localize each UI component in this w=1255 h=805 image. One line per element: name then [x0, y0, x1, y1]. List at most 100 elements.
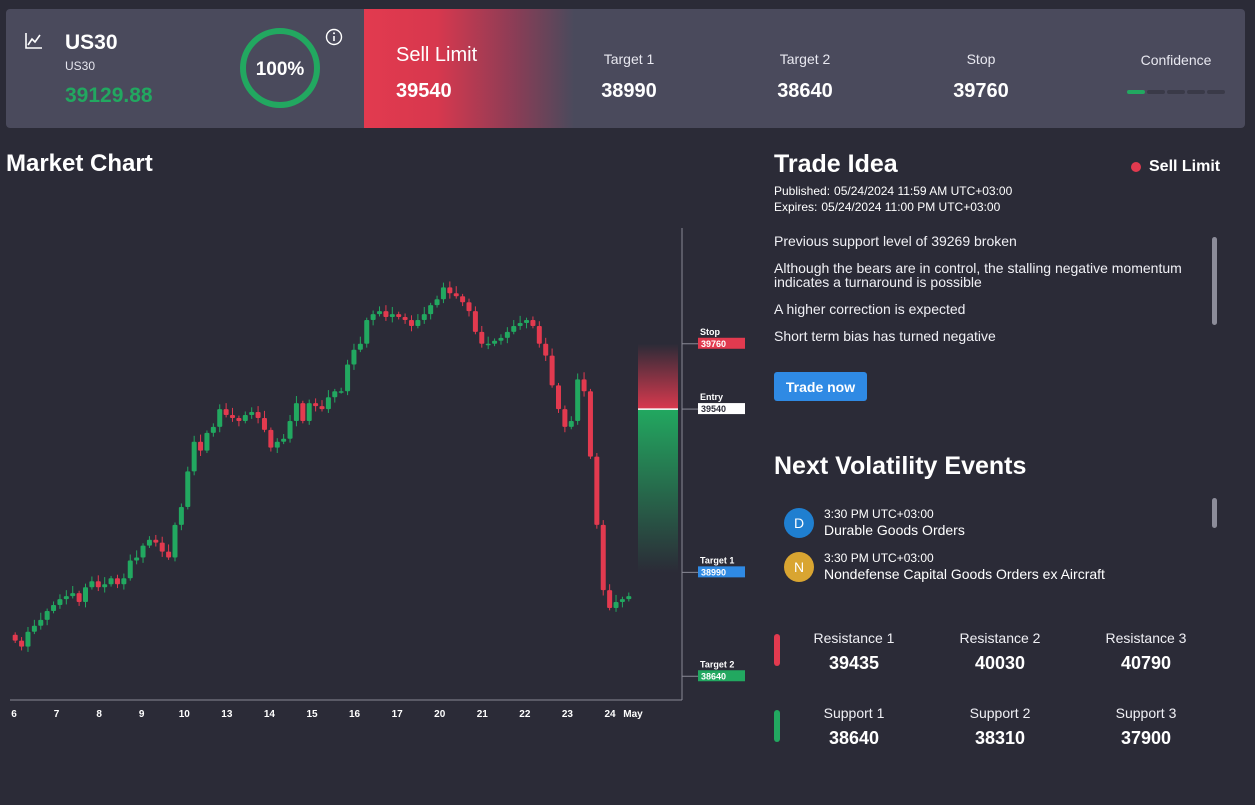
x-tick-label: 24: [604, 709, 616, 720]
confidence-meter: [1127, 90, 1225, 94]
event-time: 3:30 PM UTC+03:00: [824, 507, 934, 521]
candlestick-chart[interactable]: Stop 39760 Entry 39540 Target 1 38990 Target 2…: [0, 0, 760, 730]
candle-body: [12, 634, 18, 641]
x-tick-label: 21: [477, 709, 489, 720]
candle-body: [25, 631, 31, 647]
volatility-title: Next Volatility Events: [774, 452, 1027, 480]
candle-body: [460, 296, 466, 303]
level-value: 38310: [974, 728, 1026, 748]
candle-body: [274, 441, 280, 448]
candle-body: [402, 317, 408, 321]
published-line: Published: 05/24/2024 11:59 AM UTC+03:00: [774, 184, 1016, 198]
candle-body: [89, 581, 95, 588]
candle-body: [370, 314, 376, 321]
event-name: Durable Goods Orders: [824, 522, 965, 538]
bullet-item: Although the bears are in control, the s…: [774, 260, 1182, 290]
candle-body: [204, 432, 210, 451]
published-value: 05/24/2024 11:59 AM UTC+03:00: [834, 184, 1013, 198]
candle-body: [511, 325, 517, 332]
candle-body: [185, 471, 191, 508]
marker-label: Target 1: [700, 555, 734, 565]
candle-body: [268, 429, 274, 448]
x-tick-label: 17: [392, 709, 404, 720]
candle-body: [153, 539, 159, 543]
candle-body: [332, 391, 338, 398]
level-value: 39435: [828, 653, 880, 673]
sell-dot-icon: [1131, 162, 1141, 172]
resistance-3: Resistance 3 40790: [1076, 630, 1216, 674]
candle-body: [210, 426, 216, 433]
candle-body: [146, 539, 152, 546]
candle-body: [338, 391, 344, 393]
level-label: Support 2: [969, 705, 1031, 721]
event-letter-icon: D: [784, 508, 814, 538]
candle-body: [63, 596, 69, 600]
candle-body: [191, 441, 197, 472]
x-tick-label: 16: [349, 709, 361, 720]
candle-body: [517, 322, 523, 326]
level-label: Support 3: [1115, 705, 1177, 721]
x-tick-label: 8: [96, 709, 102, 720]
stop-value: 39760: [953, 80, 1009, 102]
level-value: 37900: [1120, 728, 1172, 748]
candle-body: [562, 409, 568, 427]
published-label: Published:: [774, 184, 831, 198]
support-3: Support 3 37900: [1076, 705, 1216, 749]
x-tick-label: 22: [519, 709, 531, 720]
candle-body: [408, 320, 414, 326]
marker-value: 39540: [701, 404, 726, 414]
marker-value: 38640: [701, 671, 726, 681]
candle-body: [581, 379, 587, 392]
stop-label: Stop: [966, 51, 996, 67]
candle-body: [434, 299, 440, 306]
expires-line: Expires: 05/24/2024 11:00 PM UTC+03:00: [774, 200, 1004, 214]
candle-body: [568, 420, 574, 427]
candle-body: [242, 415, 248, 421]
marker-label: Target 2: [700, 659, 734, 669]
candle-body: [587, 391, 593, 457]
level-value: 40030: [974, 653, 1026, 673]
event-time: 3:30 PM UTC+03:00: [824, 551, 934, 565]
confidence-segment: [1187, 90, 1205, 94]
candle-body: [485, 343, 491, 346]
marker-value: 38990: [701, 567, 726, 577]
marker-label: Entry: [700, 392, 723, 402]
candle-body: [223, 409, 229, 416]
level-label: Resistance 2: [959, 630, 1041, 646]
target-zone: [638, 409, 678, 573]
events-scrollbar[interactable]: [1212, 498, 1217, 528]
level-label: Support 1: [823, 705, 885, 721]
event-letter-icon: N: [784, 552, 814, 582]
trade-now-button[interactable]: Trade now: [774, 372, 867, 401]
candle-body: [607, 590, 613, 608]
confidence-segment: [1147, 90, 1165, 94]
candle-body: [498, 337, 504, 341]
candle-body: [95, 581, 101, 588]
candle-body: [313, 403, 319, 407]
candle-body: [178, 507, 184, 525]
candle-body: [236, 417, 242, 421]
level-label: Resistance 3: [1105, 630, 1187, 646]
level-value: 38640: [828, 728, 880, 748]
candle-body: [102, 584, 108, 588]
x-tick-label: May: [623, 709, 643, 720]
confidence-label: Confidence: [1140, 52, 1212, 68]
candle-body: [543, 343, 549, 356]
candle-body: [57, 599, 63, 606]
candle-body: [198, 441, 204, 451]
candle-body: [364, 320, 370, 344]
candle-body: [293, 403, 299, 421]
candle-body: [38, 619, 44, 626]
candle-body: [389, 314, 395, 318]
candle-body: [121, 578, 127, 585]
candle-body: [172, 524, 178, 558]
candle-body: [287, 420, 293, 439]
candle-body: [51, 605, 57, 611]
candle-body: [479, 331, 485, 344]
trade-idea-scrollbar[interactable]: [1212, 237, 1217, 325]
candle-body: [76, 593, 82, 603]
candle-body: [114, 578, 120, 585]
x-tick-label: 23: [562, 709, 574, 720]
candle-body: [549, 355, 555, 386]
candle-body: [44, 610, 50, 620]
